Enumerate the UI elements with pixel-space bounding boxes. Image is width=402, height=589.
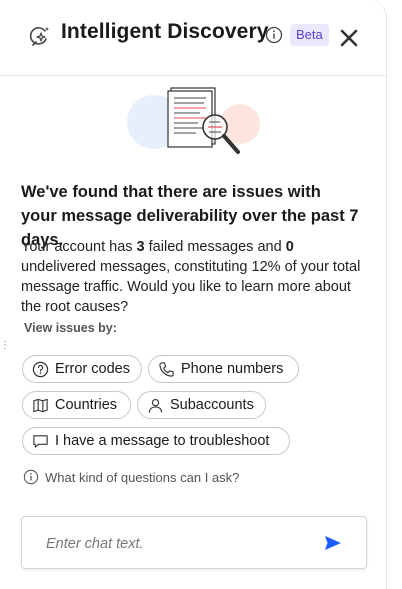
chat-bubble-icon — [33, 434, 48, 448]
sparkle-search-icon — [29, 27, 49, 46]
countries-label: Countries — [55, 397, 118, 413]
user-icon — [148, 398, 163, 413]
map-icon — [33, 398, 48, 412]
question-circle-icon — [32, 361, 49, 377]
error-codes-label: Error codes — [55, 361, 130, 377]
chat-input[interactable] — [46, 534, 316, 554]
view-issues-label: View issues by: — [24, 321, 117, 335]
summary-text-2: failed messages and — [144, 239, 286, 255]
summary-text-1: Your account has — [21, 239, 137, 255]
close-icon[interactable] — [339, 28, 359, 48]
summary-text-3: undelivered messages, constituting 12% o… — [21, 259, 361, 315]
drag-handle-icon[interactable]: ⋮ — [0, 341, 10, 358]
troubleshoot-message-chip[interactable]: I have a message to troubleshoot — [22, 427, 290, 455]
phone-icon — [159, 361, 174, 377]
info-icon — [23, 469, 39, 485]
intelligent-discovery-panel: Intelligent Discovery Beta We've found t… — [0, 0, 387, 589]
phone-numbers-label: Phone numbers — [181, 361, 284, 377]
questions-help-label: What kind of questions can I ask? — [45, 469, 240, 485]
beta-badge: Beta — [290, 24, 329, 46]
phone-numbers-chip[interactable]: Phone numbers — [148, 355, 299, 383]
document-magnifier-illustration — [127, 87, 260, 154]
issue-summary: Your account has 3 failed messages and 0… — [21, 237, 361, 317]
subaccounts-label: Subaccounts — [170, 397, 254, 413]
questions-help-link[interactable]: What kind of questions can I ask? — [23, 468, 239, 486]
undelivered-count: 0 — [285, 239, 294, 255]
info-icon[interactable] — [265, 26, 283, 44]
troubleshoot-label: I have a message to troubleshoot — [55, 433, 270, 449]
send-icon[interactable] — [324, 535, 342, 551]
failed-count: 3 — [136, 239, 145, 255]
countries-chip[interactable]: Countries — [22, 391, 131, 419]
panel-title: Intelligent Discovery — [61, 20, 269, 43]
chat-composer — [21, 516, 367, 569]
error-codes-chip[interactable]: Error codes — [22, 355, 142, 383]
subaccounts-chip[interactable]: Subaccounts — [137, 391, 266, 419]
panel-header: Intelligent Discovery Beta — [0, 0, 386, 76]
